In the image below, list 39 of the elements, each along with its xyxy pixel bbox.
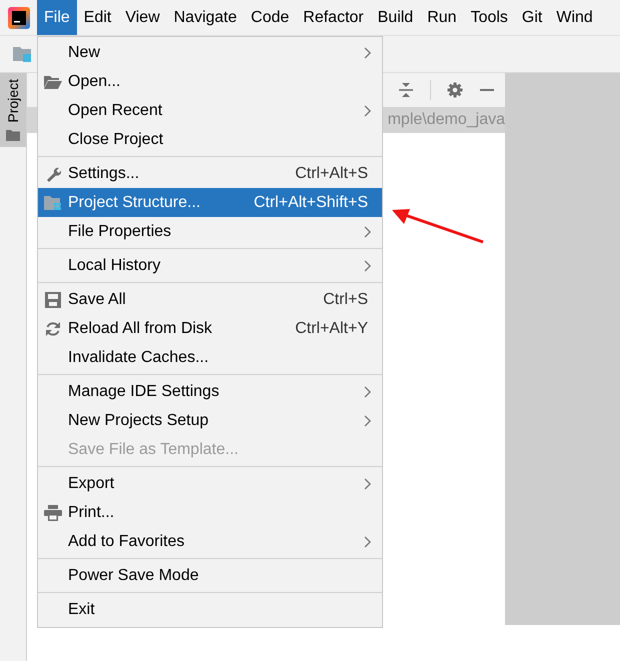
menu-item[interactable]: Add to Favorites [38, 527, 382, 556]
reload-icon [45, 320, 61, 336]
menu-bar-item[interactable]: Run [420, 0, 464, 35]
menu-item[interactable]: Invalidate Caches... [38, 343, 382, 372]
menu-bar-item[interactable]: Edit [76, 0, 118, 35]
menu-bar-item[interactable]: File [37, 0, 77, 35]
settings-icon[interactable] [447, 82, 463, 98]
menu-item[interactable]: Reload All from Disk Ctrl+Alt+Y [38, 314, 382, 343]
menu-item[interactable]: Project Structure... Ctrl+Alt+Shift+S [38, 188, 382, 217]
folder-icon [6, 128, 20, 141]
menu-item[interactable]: Close Project [38, 125, 382, 154]
menu-bar-item[interactable]: Git [514, 0, 550, 35]
menu-item[interactable]: Open... [38, 67, 382, 96]
menu-item[interactable]: New Projects Setup [38, 406, 382, 435]
menu-bar-item[interactable]: Wind [549, 0, 600, 35]
menu-item[interactable]: Print... [38, 498, 382, 527]
menu-bar-item[interactable]: Navigate [166, 0, 244, 35]
menu-bar-item[interactable]: Refactor [296, 0, 371, 35]
project-path: mple\demo_java [388, 111, 505, 129]
folder-grid-icon [44, 194, 62, 210]
menu-item[interactable]: Exit [38, 595, 382, 624]
menu-item[interactable]: Save All Ctrl+S [38, 285, 382, 314]
app-logo-icon[interactable] [8, 6, 30, 28]
menu-item[interactable]: Settings... Ctrl+Alt+S [38, 159, 382, 188]
collapse-all-icon[interactable] [398, 82, 414, 98]
printer-icon [44, 504, 62, 520]
menu-bar-item[interactable]: View [118, 0, 167, 35]
menu-bar-item[interactable]: Build [370, 0, 420, 35]
menu-item[interactable]: Manage IDE Settings [38, 377, 382, 406]
menu-item[interactable]: File Properties [38, 217, 382, 246]
menu-item[interactable]: Open Recent [38, 96, 382, 125]
menu-item[interactable]: Power Save Mode [38, 561, 382, 590]
menu-bar-item[interactable]: Code [244, 0, 296, 35]
menu-item[interactable]: Export [38, 469, 382, 498]
menu-item[interactable]: Local History [38, 251, 382, 280]
menu-bar-item[interactable]: Tools [464, 0, 515, 35]
folder-icon [44, 74, 62, 88]
project-tab[interactable]: Project [0, 73, 26, 147]
wrench-icon [45, 166, 61, 182]
